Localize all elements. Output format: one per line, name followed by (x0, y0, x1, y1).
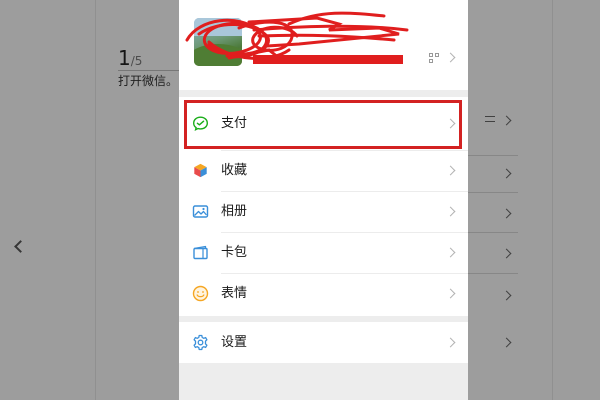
chevron-right-icon (445, 288, 456, 299)
menu-item-settings[interactable]: 设置 (179, 322, 468, 363)
menu-item-label: 收藏 (221, 163, 248, 178)
menu-item-label: 卡包 (221, 245, 248, 260)
gear-icon (192, 334, 209, 351)
avatar[interactable] (194, 18, 242, 66)
wechat-me-screen: 支付 收藏 相册 卡包 表情 设置 (179, 0, 468, 400)
chevron-right-icon (445, 118, 456, 129)
menu-item-pay[interactable]: 支付 (179, 103, 468, 144)
menu-item-label: 设置 (221, 335, 248, 350)
avatar-sky (194, 18, 242, 36)
avatar-hill (194, 44, 242, 66)
row-divider (221, 191, 468, 192)
menu-item-card-wallet[interactable]: 卡包 (179, 232, 468, 273)
favorites-cube-icon (192, 162, 209, 179)
chevron-right-icon (445, 247, 456, 258)
menu-item-favorites[interactable]: 收藏 (179, 150, 468, 191)
menu-item-label: 表情 (221, 286, 248, 301)
menu-item-label: 支付 (221, 116, 248, 131)
menu-item-album[interactable]: 相册 (179, 191, 468, 232)
sticker-smile-icon (192, 285, 209, 302)
chevron-right-icon (445, 52, 456, 63)
menu-item-stickers[interactable]: 表情 (179, 273, 468, 314)
menu-item-label: 相册 (221, 204, 248, 219)
card-wallet-icon (192, 244, 209, 261)
row-divider (221, 273, 468, 274)
profile-header[interactable] (179, 0, 468, 90)
row-divider (221, 150, 468, 151)
wechat-pay-icon (192, 115, 209, 132)
chevron-right-icon (445, 206, 456, 217)
chevron-right-icon (445, 165, 456, 176)
row-divider (221, 232, 468, 233)
qr-code-icon[interactable] (429, 53, 439, 63)
menu-group: 支付 收藏 相册 卡包 表情 (179, 97, 468, 316)
chevron-right-icon (445, 337, 456, 348)
album-icon (192, 203, 209, 220)
settings-group: 设置 (179, 322, 468, 363)
